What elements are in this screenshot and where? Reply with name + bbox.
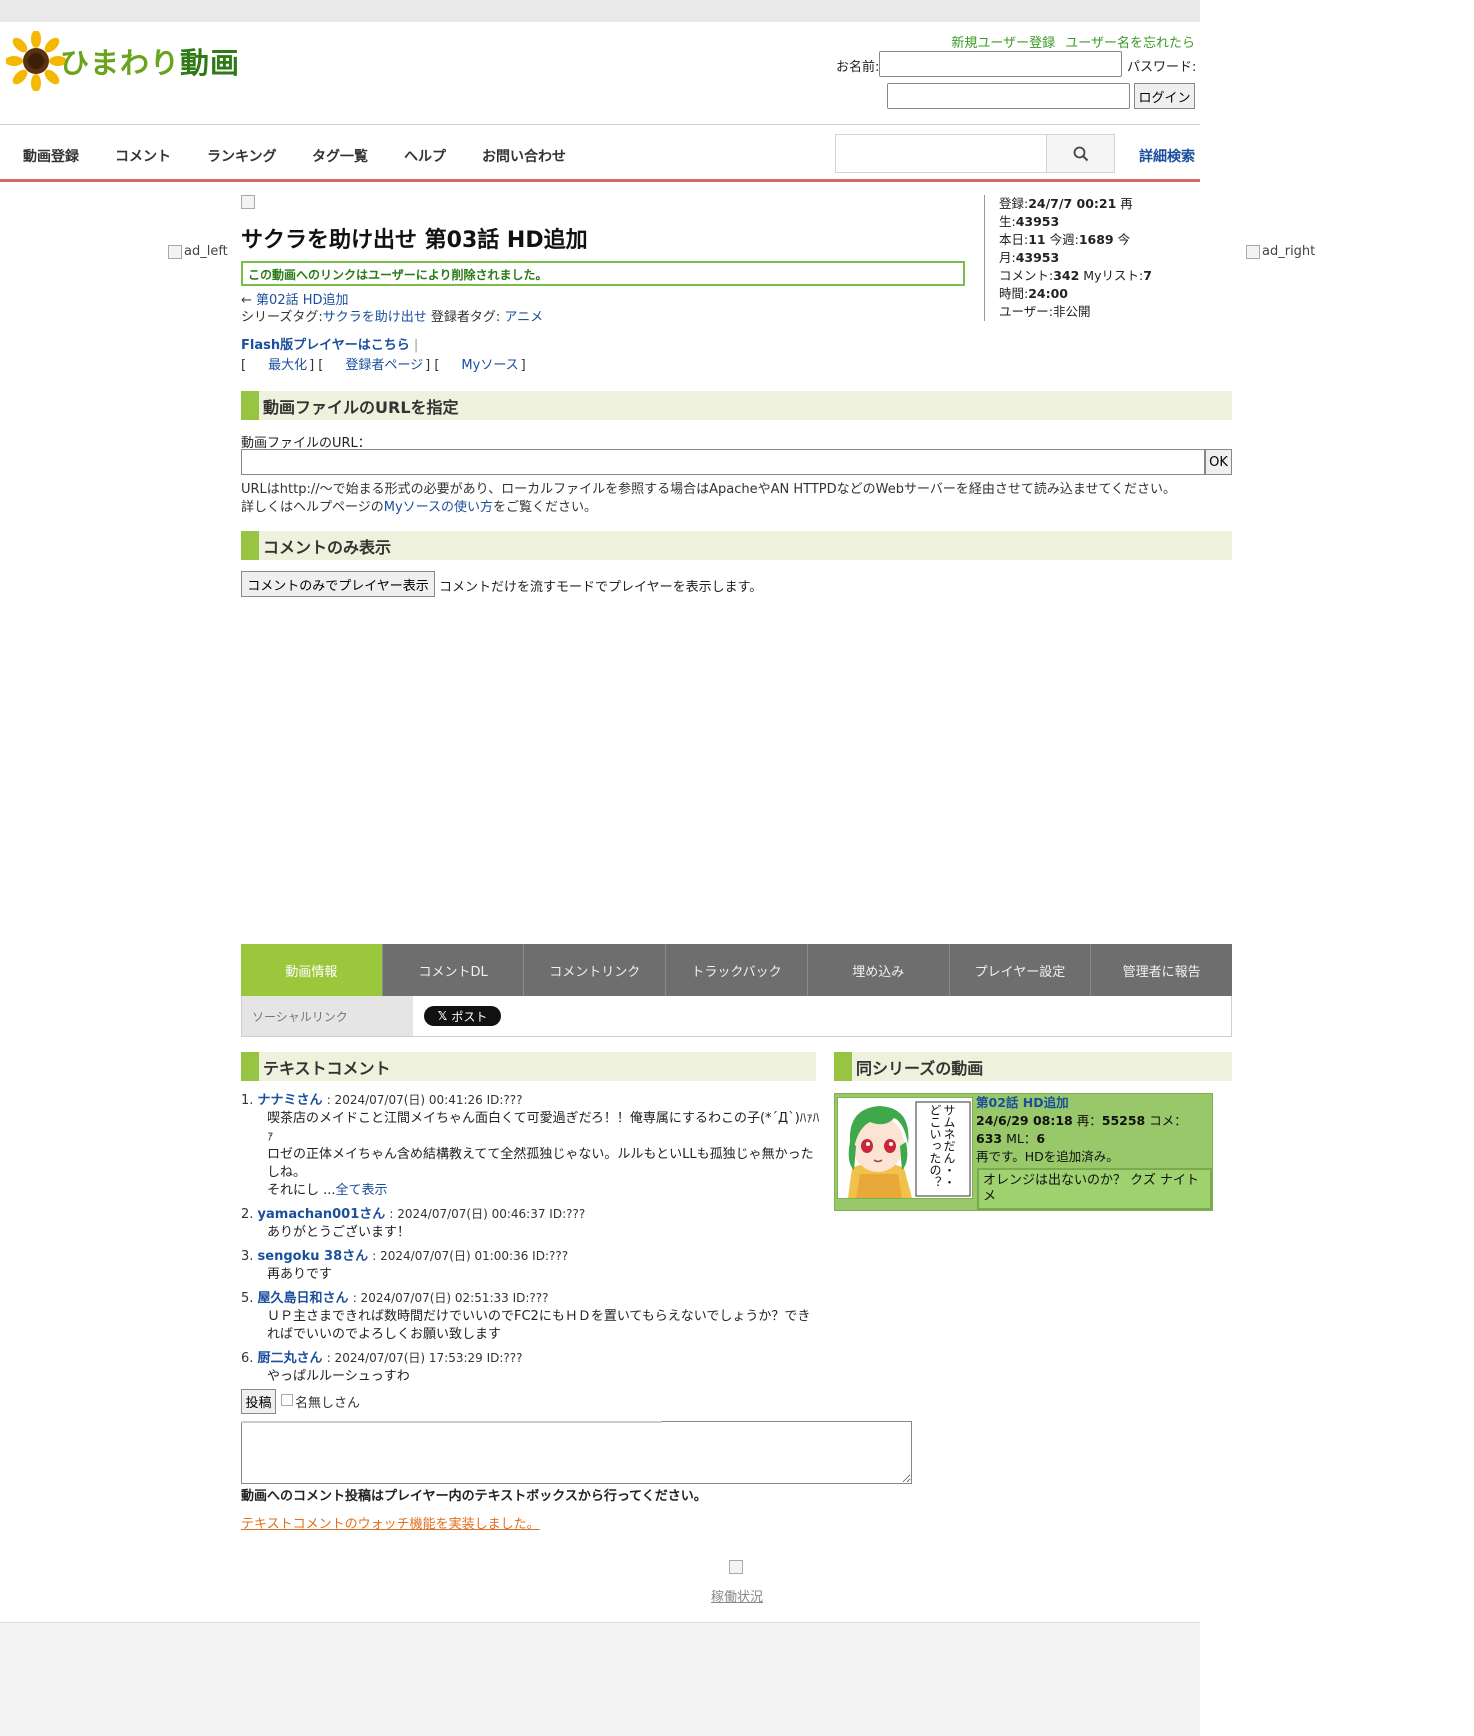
tab-video-info[interactable]: 動画情報: [241, 944, 383, 996]
flash-player-link[interactable]: Flash版プレイヤーはこちら: [241, 338, 410, 353]
tab-comment-link[interactable]: コメントリンク: [524, 944, 667, 996]
anonymous-label: 名無しさん: [295, 1396, 361, 1411]
comment-user-link[interactable]: ナナミさん: [258, 1093, 323, 1108]
tab-embed[interactable]: 埋め込み: [807, 944, 950, 996]
comment-user-link[interactable]: yamachan001さん: [258, 1207, 386, 1222]
name-label: お名前:: [836, 60, 880, 75]
post-note: 動画へのコメント投稿はプレイヤー内のテキストボックスから行ってください。: [241, 1489, 707, 1504]
nav-upload[interactable]: 動画登録: [23, 146, 79, 166]
nav-ranking[interactable]: ランキング: [207, 146, 277, 166]
comment-user-link[interactable]: sengoku 38さん: [258, 1249, 369, 1264]
advanced-search-link[interactable]: 詳細検索: [1139, 146, 1195, 166]
login-button[interactable]: ログイン: [1134, 83, 1195, 109]
video-stats: 登録:24/7/7 00:21 再生:43953 本日:11 今週:1689 今…: [984, 195, 1184, 321]
my-source-help-link[interactable]: Myソースの使い方: [384, 500, 493, 515]
series-latest-comment: オレンジは出ないのか？ クズ ナイトメ: [977, 1168, 1212, 1210]
tab-comment-dl[interactable]: コメントDL: [382, 944, 525, 996]
comment-only-description: コメントだけを流すモードでプレイヤーを表示します。: [439, 580, 763, 595]
comment-only-header: コメントのみ表示: [241, 531, 1232, 560]
deleted-notice: この動画へのリンクはユーザーにより削除されました。: [241, 261, 965, 286]
url-ok-button[interactable]: OK: [1205, 449, 1232, 475]
nav-contact[interactable]: お問い合わせ: [482, 146, 566, 166]
tab-trackback[interactable]: トラックバック: [666, 944, 808, 996]
text-comments-header: テキストコメント: [241, 1052, 816, 1081]
comment-only-button[interactable]: コメントのみでプレイヤー表示: [241, 571, 435, 597]
info-tabs: 動画情報 コメントDL コメントリンク トラックバック 埋め込み プレイヤー設定…: [241, 944, 1233, 996]
thumbnail-caption: サムネだん・・どこいったの？: [928, 1104, 956, 1188]
top-bar: [0, 0, 1200, 22]
ad-right[interactable]: ad_right: [1246, 244, 1315, 259]
series-video-title-link[interactable]: 第02話 HD追加: [976, 1095, 1069, 1110]
anonymous-checkbox[interactable]: [281, 1394, 293, 1406]
show-all-link[interactable]: 全て表示: [336, 1183, 388, 1198]
name-input[interactable]: [879, 51, 1122, 77]
broken-image-icon: [1246, 244, 1260, 259]
tab-report[interactable]: 管理者に報告: [1091, 944, 1233, 996]
owner-tag-link[interactable]: アニメ: [504, 310, 543, 325]
tags-line: シリーズタグ:サクラを助け出せ 登録者タグ: アニメ: [241, 310, 544, 325]
comment-item: 3. sengoku 38さん : 2024/07/07(日) 01:00:36…: [241, 1249, 569, 1282]
textarea-top-line: [241, 1421, 662, 1423]
video-title: サクラを助け出せ 第03話 HD追加: [241, 228, 588, 253]
broken-image-icon: [241, 195, 255, 209]
same-series-header: 同シリーズの動画: [834, 1052, 1232, 1081]
social-row: ソーシャルリンク 𝕏 ポスト: [241, 996, 1232, 1037]
comment-item: 6. 厨二丸さん : 2024/07/07(日) 17:53:29 ID:???…: [241, 1351, 523, 1384]
tab-player-settings[interactable]: プレイヤー設定: [949, 944, 1092, 996]
comment-user-link[interactable]: 厨二丸さん: [258, 1351, 323, 1366]
video-url-input[interactable]: [241, 449, 1205, 475]
ad-left[interactable]: ad_left: [168, 244, 228, 259]
series-video-info: 第02話 HD追加 24/6/29 08:18 再：55258 コメ：633 M…: [976, 1095, 1187, 1164]
x-icon: 𝕏: [437, 1009, 448, 1023]
url-section-header: 動画ファイルのURLを指定: [241, 391, 1232, 420]
status-link[interactable]: 稼働状況: [711, 1586, 763, 1605]
url-note: URLはhttp://〜で始まる形式の必要があり、ローカルファイルを参照する場合…: [241, 482, 1177, 515]
password-label: パスワード:: [1127, 60, 1197, 75]
register-link[interactable]: 新規ユーザー登録: [951, 36, 1055, 51]
broken-image-icon: [729, 1560, 743, 1574]
forgot-username-link[interactable]: ユーザー名を忘れたら: [1065, 36, 1195, 51]
search-input[interactable]: [835, 134, 1047, 173]
comment-item: 1. ナナミさん : 2024/07/07(日) 00:41:26 ID:???…: [241, 1093, 820, 1198]
watch-feature-link[interactable]: テキストコメントのウォッチ機能を実装しました。: [241, 1513, 540, 1532]
comment-textarea[interactable]: [241, 1421, 912, 1484]
my-source-link[interactable]: Myソース: [461, 358, 518, 373]
series-thumbnail[interactable]: サムネだん・・どこいったの？: [837, 1097, 973, 1199]
broken-image-icon: [168, 244, 182, 259]
comment-post-button[interactable]: 投稿: [241, 1389, 276, 1414]
sunflower-icon: [6, 31, 66, 91]
nav-comments[interactable]: コメント: [115, 146, 171, 166]
series-tag-link[interactable]: サクラを助け出せ: [323, 310, 427, 325]
search-button[interactable]: [1046, 134, 1115, 173]
comment-list: 1. ナナミさん : 2024/07/07(日) 00:41:26 ID:???…: [241, 1091, 821, 1391]
account-links: 新規ユーザー登録 ユーザー名を忘れたら: [945, 32, 1195, 51]
logo-text: ひまわり動画: [60, 46, 241, 80]
comment-item: 5. 屋久島日和さん : 2024/07/07(日) 02:51:33 ID:?…: [241, 1291, 811, 1342]
comment-user-link[interactable]: 屋久島日和さん: [258, 1291, 349, 1306]
right-margin: [1200, 0, 1474, 1736]
social-label: ソーシャルリンク: [242, 996, 413, 1036]
footer-band: [0, 1622, 1200, 1736]
comment-item: 2. yamachan001さん : 2024/07/07(日) 00:46:3…: [241, 1207, 586, 1240]
x-post-button[interactable]: 𝕏 ポスト: [424, 1006, 501, 1026]
nav-tags[interactable]: タグ一覧: [312, 146, 368, 166]
password-input[interactable]: [887, 83, 1130, 109]
maximize-link[interactable]: 最大化: [268, 358, 307, 373]
uploader-page-link[interactable]: 登録者ページ: [345, 358, 423, 373]
flash-line: Flash版プレイヤーはこちら |: [241, 338, 419, 353]
video-links: [最大化] [登録者ページ] [Myソース]: [241, 358, 526, 373]
site-logo[interactable]: ひまわり動画: [6, 30, 240, 92]
search-icon: [1073, 146, 1088, 161]
nav-help[interactable]: ヘルプ: [404, 146, 446, 166]
